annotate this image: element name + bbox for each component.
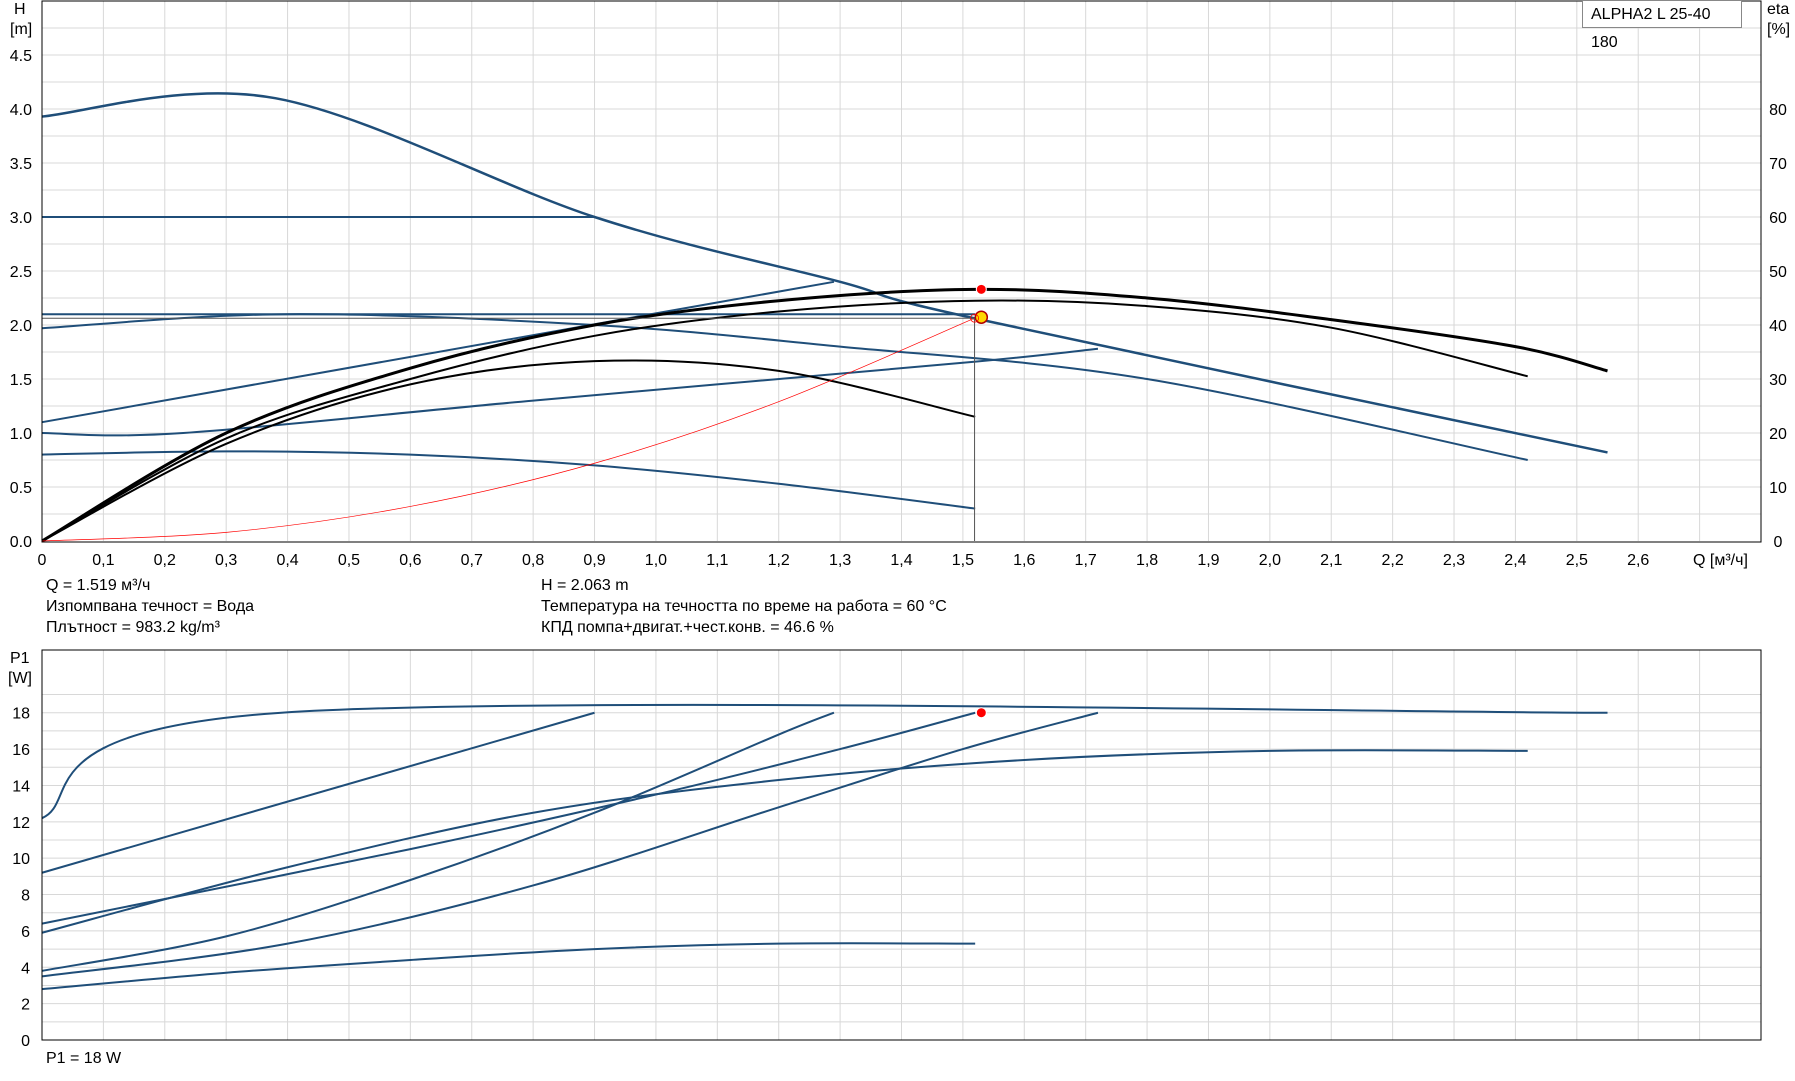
p1-label-2: [W]: [8, 670, 32, 687]
y-left-tick-label: 2.5: [10, 264, 32, 281]
y-left-tick-label: 0.5: [10, 480, 32, 497]
axis-tick-labels: 0 0,1 0,2 0,3 0,4 0,5 0,6 0,7 0,8 0,9 1,0 1,1 1,2 1,3…: [10, 48, 1787, 1050]
p1-tick-label: 6: [21, 924, 30, 941]
y-right-tick-label: 70: [1769, 156, 1787, 173]
info-fluid: Изпомпвана течност = Вода: [46, 598, 255, 615]
top-series-line: [41, 287, 1608, 543]
y-left-tick-label: 1.5: [10, 372, 32, 389]
y-left-tick-label: 4.0: [10, 102, 32, 119]
pump-curve-chart: 0 0,1 0,2 0,3 0,4 0,5 0,6 0,7 0,8 0,9 1,0 1,1 1,2 1,3…: [8, 0, 1790, 1050]
y-left-tick-label: 3.0: [10, 210, 32, 227]
info-q: Q = 1.519 м³/ч: [46, 577, 151, 594]
x-tick-label: 1,8: [1136, 552, 1158, 569]
p1-tick-label: 0: [21, 1033, 30, 1050]
x-tick-label: 2,0: [1259, 552, 1281, 569]
top-series-line: [41, 299, 1528, 542]
x-tick-label: 2,6: [1627, 552, 1649, 569]
y-right-label-1: eta: [1767, 1, 1789, 18]
x-tick-label: 2,4: [1504, 552, 1526, 569]
bottom-series-line: [41, 711, 835, 972]
y-right-tick-label: 80: [1769, 102, 1787, 119]
bottom-series-line: [41, 711, 595, 874]
x-tick-label: 1,6: [1013, 552, 1035, 569]
y-right-label-2: [%]: [1767, 21, 1790, 38]
y-right-tick-label: 30: [1769, 372, 1787, 389]
y-left-tick-label: 1.0: [10, 426, 32, 443]
x-tick-label: 2,3: [1443, 552, 1465, 569]
bottom-chart-grid: [42, 650, 1761, 1040]
p1-tick-label: 2: [21, 997, 30, 1014]
y-left-label-2: [m]: [10, 21, 32, 38]
eta-max-point: [975, 283, 987, 295]
x-tick-label: 1,4: [890, 552, 912, 569]
bottom-chart-series: [41, 703, 1608, 991]
y-left-tick-label: 0.0: [10, 534, 32, 551]
y-right-tick-label: 60: [1769, 210, 1787, 227]
top-chart-grid: [42, 1, 1761, 541]
x-tick-label: 0,4: [276, 552, 298, 569]
x-tick-label: 0,5: [338, 552, 360, 569]
y-right-tick-label: 20: [1769, 426, 1787, 443]
x-tick-label: 1,2: [768, 552, 790, 569]
y-right-tick-label: 40: [1769, 318, 1787, 335]
info-h: H = 2.063 m: [541, 577, 629, 594]
x-tick-label: 2,5: [1566, 552, 1588, 569]
y-left-label-1: H: [14, 1, 26, 18]
top-chart-series: [41, 92, 1608, 543]
info-p1: P1 = 18 W: [46, 1050, 122, 1067]
x-tick-label: 1,1: [706, 552, 728, 569]
bottom-series-line: [41, 711, 1099, 978]
info-density: Плътност = 983.2 kg/m³: [46, 619, 220, 636]
x-tick-label: 0,6: [399, 552, 421, 569]
x-tick-label: 1,5: [952, 552, 974, 569]
p1-tick-label: 10: [12, 851, 30, 868]
x-tick-label: 2,1: [1320, 552, 1342, 569]
top-series-line: [41, 313, 1528, 461]
x-tick-label: 0: [38, 552, 47, 569]
y-left-tick-label: 2.0: [10, 318, 32, 335]
info-eff: КПД помпа+двигат.+чест.конв. = 46.6 %: [541, 619, 834, 636]
x-tick-label: 0,7: [461, 552, 483, 569]
x-tick-label: 1,3: [829, 552, 851, 569]
p1-label-1: P1: [10, 650, 30, 667]
top-series-line: [41, 92, 1608, 454]
p1-tick-label: 16: [12, 742, 30, 759]
x-tick-label: 1,7: [1075, 552, 1097, 569]
y-right-tick-label: 50: [1769, 264, 1787, 281]
duty-points: [970, 283, 989, 719]
x-tick-label: 2,2: [1382, 552, 1404, 569]
y-right-tick-label: 10: [1769, 480, 1787, 497]
x-tick-label: 0,2: [154, 552, 176, 569]
x-tick-label: 1,9: [1197, 552, 1219, 569]
x-tick-label: 0,9: [583, 552, 605, 569]
y-right-tick-label: 0: [1774, 534, 1783, 551]
y-left-tick-label: 4.5: [10, 48, 32, 65]
model-label: ALPHA2 L 25-40 180: [1582, 0, 1742, 51]
p1-tick-label: 12: [12, 815, 30, 832]
x-tick-label: 1,0: [645, 552, 667, 569]
bottom-series-line: [41, 703, 1608, 820]
x-tick-label: 0,1: [92, 552, 114, 569]
x-tick-label: 0,3: [215, 552, 237, 569]
p1-tick-label: 18: [12, 706, 30, 723]
y-left-tick-label: 3.5: [10, 156, 32, 173]
bottom-series-line: [41, 749, 1528, 934]
bottom-series-line: [41, 942, 976, 991]
x-axis-label: Q [м³/ч]: [1693, 552, 1748, 569]
p1-tick-label: 14: [12, 778, 30, 795]
p1-duty-point: [975, 707, 987, 719]
x-tick-label: 0,8: [522, 552, 544, 569]
p1-tick-label: 4: [21, 960, 30, 977]
info-temp: Температура на течността по време на раб…: [541, 598, 947, 615]
p1-tick-label: 8: [21, 888, 30, 905]
